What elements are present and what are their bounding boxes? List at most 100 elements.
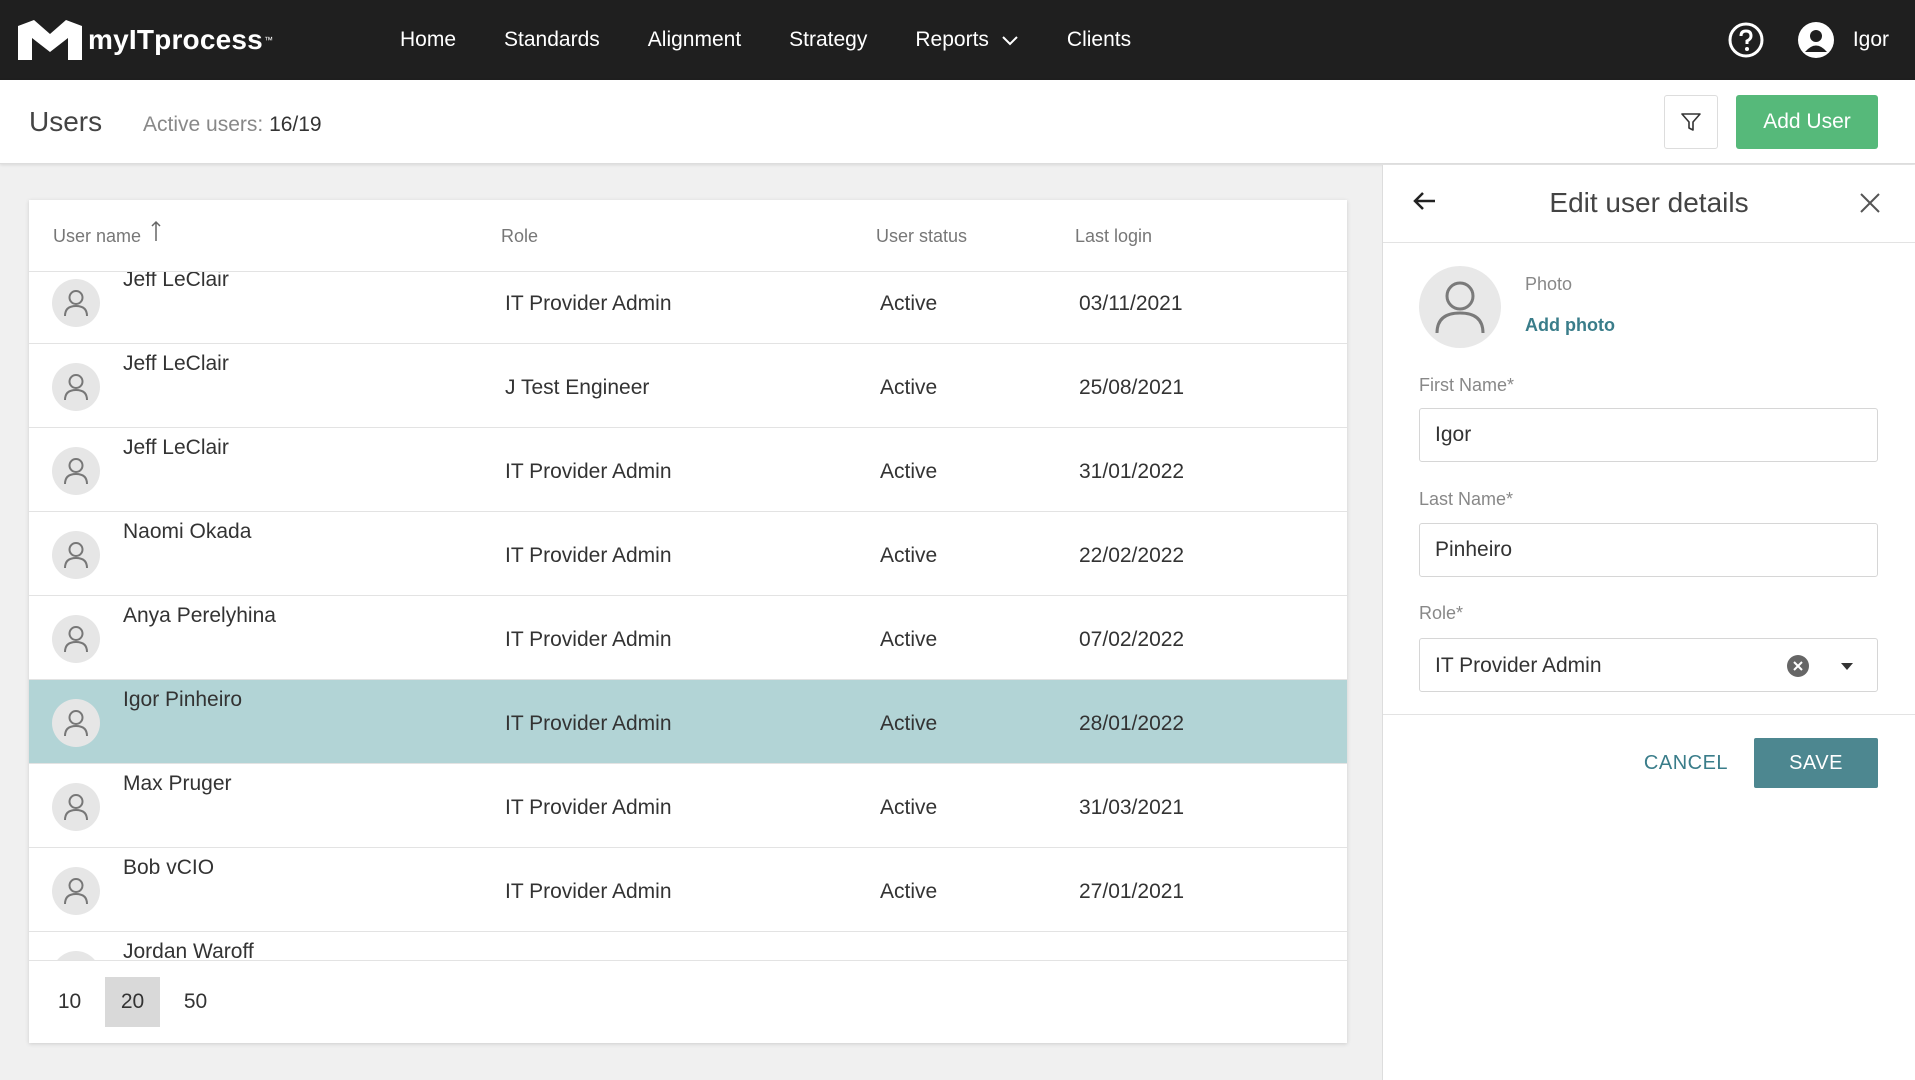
table-row[interactable]: Igor Pinheiro IT Provider Admin Active 28/0…: [29, 680, 1347, 764]
last-name-field[interactable]: [1419, 523, 1878, 577]
last-name-label: Last Name*: [1419, 489, 1514, 509]
cell-status: Active: [880, 544, 938, 567]
cell-role: IT Provider Admin: [505, 796, 672, 819]
column-header-status[interactable]: User status: [876, 226, 967, 247]
nav-alignment-label: Alignment: [647, 28, 742, 51]
table-row[interactable]: Anya Perelyhina IT Provider Admin Active 07…: [29, 596, 1347, 680]
active-users-summary: Active users: 16/19: [143, 113, 322, 137]
table-row[interactable]: Bob vCIO IT Provider Admin Active 27/01/202…: [29, 848, 1347, 932]
nav-strategy-label: Strategy: [789, 28, 868, 51]
role-label: Role*: [1419, 603, 1464, 623]
filter-icon: [1681, 113, 1701, 131]
cell-user-name: Anya Perelyhina: [123, 604, 276, 627]
logo-trademark: ™: [263, 35, 273, 45]
cell-status: Active: [880, 628, 938, 651]
logo-mark-icon: [18, 20, 82, 60]
cell-status: Active: [880, 460, 938, 483]
user-account-icon[interactable]: [1797, 21, 1835, 59]
cell-user-name: Max Pruger: [123, 772, 232, 795]
user-photo-avatar: [1419, 266, 1501, 348]
cell-user-name: Naomi Okada: [123, 520, 252, 543]
filter-button[interactable]: [1664, 95, 1718, 149]
person-placeholder-icon: [64, 878, 88, 905]
role-select-value: IT Provider Admin: [1435, 654, 1602, 677]
person-placeholder-icon: [64, 290, 88, 317]
nav-strategy[interactable]: Strategy: [765, 0, 891, 80]
cell-status: Active: [880, 292, 938, 315]
user-avatar: [52, 615, 100, 663]
panel-header: Edit user details: [1383, 165, 1915, 243]
page-size-selector: 10 20 50: [29, 960, 1347, 1043]
add-photo-link[interactable]: Add photo: [1525, 315, 1615, 336]
nav-clients[interactable]: Clients: [1043, 0, 1155, 80]
help-icon[interactable]: [1727, 21, 1765, 59]
person-placeholder-icon: [64, 626, 88, 653]
photo-label: Photo: [1525, 274, 1573, 294]
logo-text: myITprocess: [88, 24, 263, 55]
nav-clients-label: Clients: [1066, 28, 1132, 51]
nav-standards[interactable]: Standards: [480, 0, 624, 80]
sort-ascending-icon: [151, 220, 161, 241]
cell-last-login: 31/01/2022: [1079, 460, 1185, 483]
page-size-10[interactable]: 10: [42, 977, 97, 1027]
edit-user-panel: Edit user details Photo Add photo First …: [1382, 165, 1915, 1080]
nav-alignment[interactable]: Alignment: [624, 0, 765, 80]
nav-standards-label: Standards: [504, 28, 600, 51]
user-avatar: [52, 531, 100, 579]
current-user-name[interactable]: Igor: [1853, 28, 1889, 52]
cell-user-name: Jeff LeClair: [123, 352, 229, 375]
table-row[interactable]: Max Pruger IT Provider Admin Active 31/03/2…: [29, 764, 1347, 848]
cell-last-login: 07/02/2022: [1079, 628, 1185, 651]
table-row[interactable]: Jeff LeClair IT Provider Admin Active 31/01…: [29, 428, 1347, 512]
table-body: Jeff LeClair IT Provider Admin Active 03/11…: [29, 272, 1347, 960]
column-header-name-label: User name: [53, 226, 142, 246]
cancel-button[interactable]: CANCEL: [1620, 738, 1752, 788]
role-select[interactable]: IT Provider Admin: [1419, 638, 1878, 692]
person-placeholder-icon: [1435, 281, 1485, 334]
cell-last-login: 03/11/2021: [1079, 292, 1183, 315]
cell-status: Active: [880, 376, 938, 399]
chevron-down-icon: [1002, 36, 1018, 46]
top-nav-bar: myITprocess ™ Home Standards Alignment S…: [0, 0, 1915, 80]
column-header-name[interactable]: User name: [53, 220, 163, 247]
cell-status: Active: [880, 880, 938, 903]
nav-home[interactable]: Home: [376, 0, 480, 80]
page-size-50[interactable]: 50: [168, 977, 223, 1027]
cell-role: IT Provider Admin: [505, 460, 672, 483]
column-header-last-login[interactable]: Last login: [1075, 226, 1152, 247]
cell-last-login: 27/01/2021: [1079, 880, 1185, 903]
nav-reports[interactable]: Reports: [891, 0, 1043, 80]
cell-last-login: 31/03/2021: [1079, 796, 1185, 819]
person-placeholder-icon: [64, 374, 88, 401]
active-users-count: 16/19: [269, 113, 322, 136]
person-placeholder-icon: [64, 710, 88, 737]
table-header: User name Role User status Last login: [29, 200, 1347, 272]
dropdown-caret-icon[interactable]: [1840, 659, 1854, 673]
close-icon[interactable]: [1859, 192, 1881, 214]
column-header-role[interactable]: Role: [501, 226, 538, 247]
table-row[interactable]: Jeff LeClair IT Provider Admin Active 03/11…: [29, 272, 1347, 344]
cell-status: Active: [880, 796, 938, 819]
cell-role: IT Provider Admin: [505, 712, 672, 735]
table-row[interactable]: Jeff LeClair J Test Engineer Active 25/08/2…: [29, 344, 1347, 428]
cell-user-name: Jordan Waroff: [123, 940, 254, 960]
cell-last-login: 25/08/2021: [1079, 376, 1185, 399]
page-header: Users Active users: 16/19 Add User: [0, 80, 1915, 164]
user-avatar: [52, 363, 100, 411]
table-row[interactable]: Naomi Okada IT Provider Admin Active 22/02/…: [29, 512, 1347, 596]
save-button[interactable]: SAVE: [1754, 738, 1878, 788]
panel-title: Edit user details: [1549, 187, 1749, 218]
cell-status: Active: [880, 712, 938, 735]
page-size-20[interactable]: 20: [105, 977, 160, 1027]
app-logo[interactable]: myITprocess ™: [16, 0, 376, 80]
user-avatar: [52, 783, 100, 831]
cell-role: IT Provider Admin: [505, 544, 672, 567]
cell-user-name: Jeff LeClair: [123, 436, 229, 459]
cell-last-login: 28/01/2022: [1079, 712, 1185, 735]
first-name-field[interactable]: [1419, 408, 1878, 462]
table-row[interactable]: Jordan Waroff: [29, 932, 1347, 960]
first-name-label: First Name*: [1419, 375, 1515, 395]
add-user-button[interactable]: Add User: [1736, 95, 1878, 149]
main-nav: Home Standards Alignment Strategy Report…: [376, 0, 1155, 80]
clear-selection-icon[interactable]: [1786, 654, 1810, 678]
